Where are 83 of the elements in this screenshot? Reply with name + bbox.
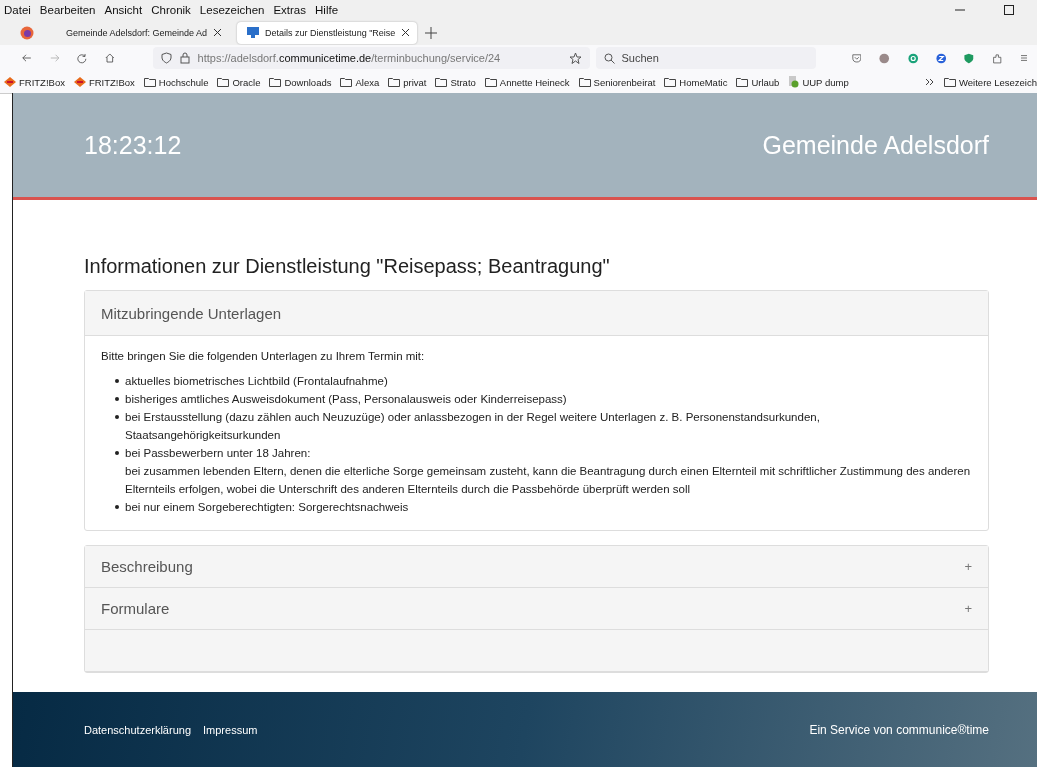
bookmark-item[interactable]: Oracle xyxy=(217,76,261,88)
star-icon[interactable] xyxy=(568,51,582,65)
extension-icon[interactable] xyxy=(907,51,919,65)
list-item-text: aktuelles biometrisches Lichtbild (Frontalaufnahme) xyxy=(125,374,388,389)
folder-icon xyxy=(944,77,956,87)
menu-item[interactable]: Hilfe xyxy=(315,4,339,16)
bookmark-item[interactable]: Urlaub xyxy=(736,76,780,88)
monitor-icon xyxy=(247,27,260,38)
folder-icon xyxy=(578,77,591,87)
folder-icon xyxy=(484,77,497,87)
folder-icon xyxy=(664,77,677,87)
home-icon[interactable] xyxy=(104,52,115,64)
expand-toggle[interactable]: + xyxy=(964,559,972,574)
bookmark-item[interactable]: Weitere Lesezeich xyxy=(944,76,1037,88)
router-icon xyxy=(4,77,16,87)
bookmark-item[interactable]: Seniorenbeirat xyxy=(578,76,656,88)
close-icon[interactable] xyxy=(213,28,223,37)
page-title: Informationen zur Dienstleistung "Reisepass; Beantragung" xyxy=(84,255,611,278)
bullet-icon xyxy=(115,451,119,455)
bullet-icon xyxy=(115,505,119,509)
bookmark-item[interactable]: Hochschule xyxy=(143,76,209,88)
menu-item[interactable]: Bearbeiten xyxy=(39,4,96,16)
expand-toggle[interactable]: + xyxy=(964,601,972,616)
list-item-text: bei nur einem Sorgeberechtigten: Sorgerechtsnachweis xyxy=(125,500,409,515)
accordion-header[interactable]: Formulare + xyxy=(85,588,988,630)
lock-icon xyxy=(179,52,190,64)
list-item-text: bisheriges amtliches Ausweisdokument (Pass, Personalausweis oder Kinderreisepass) xyxy=(125,392,567,407)
back-icon[interactable] xyxy=(22,52,32,64)
search-field[interactable]: Suchen xyxy=(595,47,816,69)
menu-item[interactable]: Lesezeichen xyxy=(199,4,265,16)
accordion-header[interactable]: Beschreibung + xyxy=(85,546,988,588)
router-icon xyxy=(73,77,86,87)
bookmark-item[interactable]: Downloads xyxy=(269,76,332,88)
footer-link[interactable]: Impressum xyxy=(203,723,258,736)
accordion-title: Formulare xyxy=(101,600,170,617)
list-item-text: bei Passbewerbern unter 18 Jahren: xyxy=(125,446,312,461)
credit-text: Ein Service von communice®time xyxy=(809,722,989,737)
new-tab-icon[interactable] xyxy=(425,26,438,39)
bookmark-item[interactable]: FRITZ!Box xyxy=(73,76,135,88)
bookmark-item[interactable]: Strato xyxy=(435,76,476,88)
accordion-title: Beschreibung xyxy=(101,558,193,575)
menu-item[interactable]: Datei xyxy=(4,4,31,16)
folder-icon xyxy=(435,77,448,87)
folder-icon xyxy=(340,77,353,87)
folder-icon xyxy=(736,77,749,87)
app-icon xyxy=(788,76,800,88)
maximize-icon[interactable] xyxy=(1003,4,1015,16)
bookmark-item[interactable]: UUP dump xyxy=(788,76,849,88)
bookmark-item[interactable]: Annette Heineck xyxy=(484,76,570,88)
search-icon xyxy=(603,53,615,64)
close-icon[interactable] xyxy=(401,28,411,37)
menu-item[interactable]: Extras xyxy=(273,4,306,16)
menu-item[interactable]: Chronik xyxy=(151,4,191,16)
pocket-icon[interactable] xyxy=(851,52,862,64)
menu-item[interactable]: Ansicht xyxy=(104,4,143,16)
reload-icon[interactable] xyxy=(77,52,87,64)
menu-icon[interactable] xyxy=(1020,53,1027,63)
bullet-icon xyxy=(115,415,119,419)
intro-text: Bitte bringen Sie die folgenden Unterlagen zu Ihrem Termin mit: xyxy=(101,350,426,362)
bookmark-item[interactable]: HomeMatic xyxy=(664,76,728,88)
avatar-icon[interactable] xyxy=(879,51,890,65)
folder-icon xyxy=(388,77,401,87)
address-bar[interactable]: https://adelsdorf.communicetime.de/terminbuchung/service/24 xyxy=(152,47,590,69)
footer-link[interactable]: Datenschutzerklärung xyxy=(84,723,191,736)
folder-icon xyxy=(269,77,282,87)
site-title: Gemeinde Adelsdorf xyxy=(762,130,989,160)
chevron-icon[interactable] xyxy=(925,78,935,86)
bullet-icon xyxy=(115,379,119,383)
bookmark-item[interactable]: FRITZ!Box xyxy=(4,76,65,88)
folder-icon xyxy=(217,77,230,87)
extensions-icon[interactable] xyxy=(992,51,1003,65)
shield-icon[interactable] xyxy=(964,51,975,65)
bookmark-item[interactable]: Alexa xyxy=(340,76,380,88)
bookmark-item[interactable]: privat xyxy=(388,76,427,88)
clock-time: 18:23:12 xyxy=(84,130,182,160)
extension-icon[interactable] xyxy=(936,51,947,65)
shield-icon xyxy=(160,52,172,64)
browser-logo-icon[interactable] xyxy=(20,25,34,40)
folder-icon xyxy=(143,77,156,87)
browser-tab[interactable]: Details zur Dienstleistung "Reise xyxy=(237,21,418,44)
bullet-icon xyxy=(115,397,119,401)
browser-tab[interactable]: Gemeinde Adelsdorf: Gemeinde Ad xyxy=(56,21,230,44)
accordion-header[interactable]: Mitzubringende Unterlagen xyxy=(85,291,988,336)
